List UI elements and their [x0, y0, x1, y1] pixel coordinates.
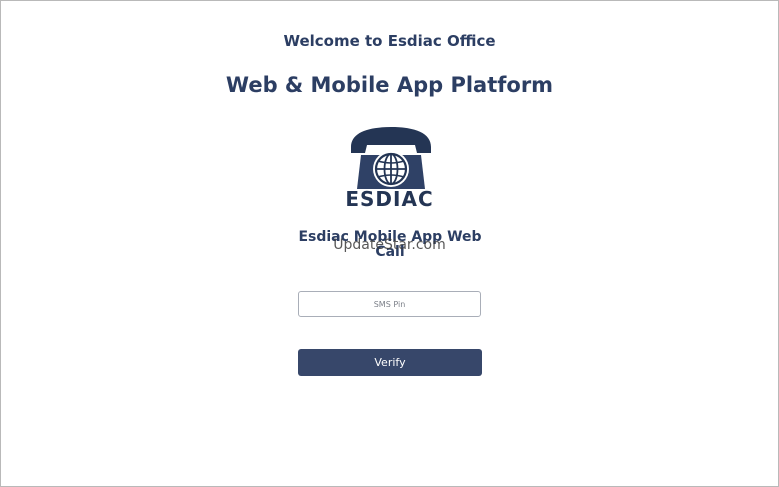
- sms-pin-input[interactable]: [298, 291, 481, 317]
- platform-title: Web & Mobile App Platform: [225, 73, 554, 97]
- verify-button[interactable]: Verify: [298, 349, 482, 376]
- logo-text: ESDIAC: [345, 187, 434, 211]
- watermark: UpdateStar.com: [333, 237, 446, 253]
- welcome-heading: Welcome to Esdiac Office: [283, 32, 496, 50]
- telephone-globe-icon: [351, 127, 431, 189]
- app-window: Welcome to Esdiac Office Web & Mobile Ap…: [0, 0, 779, 487]
